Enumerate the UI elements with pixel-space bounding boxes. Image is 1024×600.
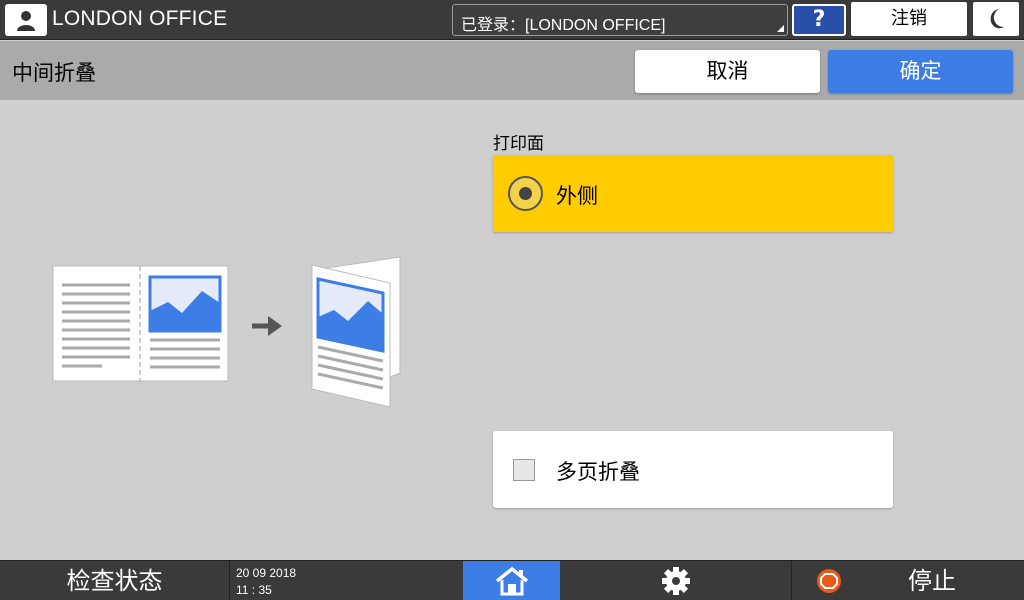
user-icon[interactable]: [5, 4, 47, 36]
print-side-label: 打印面: [493, 134, 544, 154]
logout-button[interactable]: 注销: [851, 2, 967, 36]
bottom-bar: 检查状态 20 09 2018 11 : 35 停止: [0, 560, 1024, 600]
radio-dot: [519, 187, 532, 200]
time-text: 11 : 35: [236, 583, 272, 597]
date-text: 20 09 2018: [236, 566, 297, 580]
stop-button[interactable]: 停止: [793, 561, 1024, 600]
option-multi-page-fold[interactable]: 多页折叠: [493, 431, 893, 508]
moon-icon: [990, 9, 1004, 29]
top-bar: LONDON OFFICE 已登录：[LONDON OFFICE] ? 注销: [0, 0, 1024, 40]
help-button[interactable]: ?: [792, 4, 846, 36]
ok-button[interactable]: 确定: [828, 50, 1013, 93]
stop-icon: [817, 569, 841, 593]
date-time: 20 09 2018 11 : 35: [231, 561, 463, 600]
stop-label: 停止: [908, 567, 956, 595]
check-status-button[interactable]: 检查状态: [0, 561, 230, 600]
option-outside[interactable]: 外侧: [493, 155, 893, 232]
login-status-text: 已登录：[LONDON OFFICE]: [461, 17, 666, 34]
settings-button[interactable]: [560, 561, 792, 600]
radio-selected-icon[interactable]: [508, 176, 543, 211]
half-fold-illustration: [50, 255, 410, 415]
page-title: 中间折叠: [12, 61, 96, 85]
gear-icon: [661, 567, 690, 595]
option-outside-label: 外侧: [556, 184, 598, 208]
home-icon: [495, 566, 528, 596]
dropdown-corner-icon: [777, 25, 784, 32]
title-bar: 中间折叠 取消 确定: [0, 41, 1024, 100]
home-button[interactable]: [463, 561, 560, 600]
energy-saver-button[interactable]: [973, 2, 1019, 36]
cancel-button[interactable]: 取消: [635, 50, 820, 93]
arrow-right-icon: [252, 316, 282, 336]
multi-page-fold-checkbox[interactable]: [513, 459, 535, 481]
open-sheet-icon: [52, 265, 229, 382]
user-name: LONDON OFFICE: [52, 7, 228, 30]
multi-page-fold-label: 多页折叠: [556, 460, 640, 484]
login-status-dropdown[interactable]: 已登录：[LONDON OFFICE]: [452, 4, 788, 36]
folded-booklet-icon: [311, 256, 401, 408]
